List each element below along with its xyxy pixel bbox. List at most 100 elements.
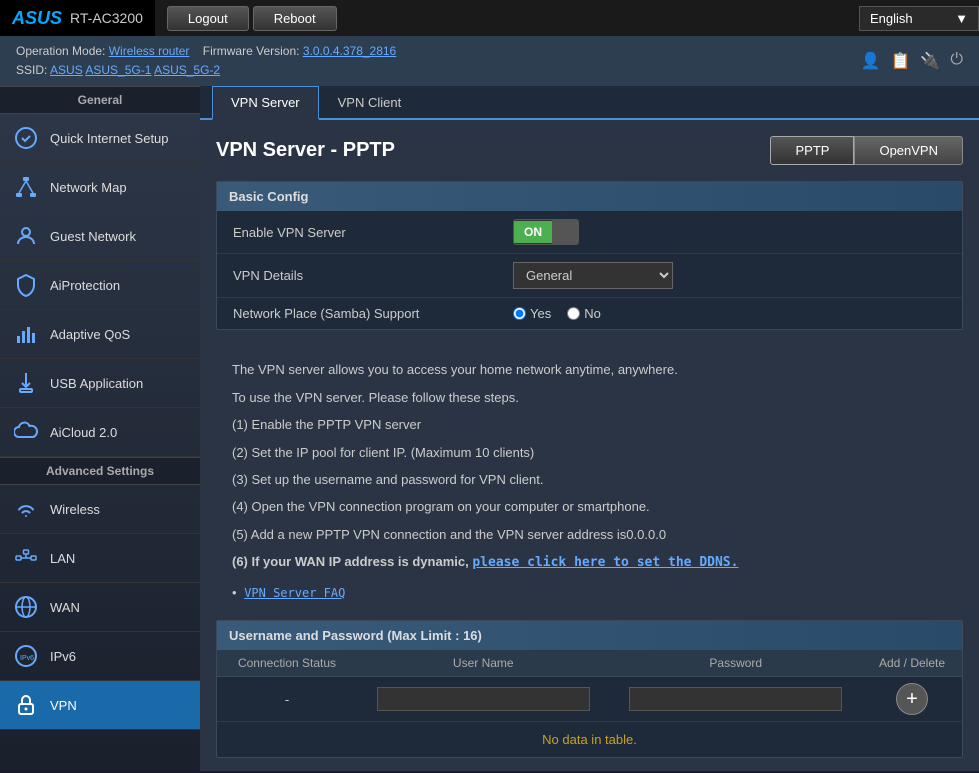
row-username-cell bbox=[357, 681, 610, 717]
info-line-1: The VPN server allows you to access your… bbox=[232, 358, 947, 381]
logout-button[interactable]: Logout bbox=[167, 6, 249, 31]
info-step-3: (3) Set up the username and password for… bbox=[232, 468, 947, 491]
network-map-icon bbox=[12, 173, 40, 201]
adaptive-qos-icon bbox=[12, 320, 40, 348]
sidebar-item-usb-application[interactable]: USB Application bbox=[0, 359, 200, 408]
type-buttons: PPTP OpenVPN bbox=[770, 136, 963, 165]
samba-support-row: Network Place (Samba) Support Yes No bbox=[217, 298, 962, 329]
table-column-headers: Connection Status User Name Password Add… bbox=[217, 650, 962, 677]
usb-status-icon: 🔌 bbox=[920, 51, 940, 71]
sidebar-item-wireless[interactable]: Wireless bbox=[0, 485, 200, 534]
credentials-table-header: Username and Password (Max Limit : 16) bbox=[217, 621, 962, 650]
credentials-table: Username and Password (Max Limit : 16) C… bbox=[216, 620, 963, 758]
basic-config-section: Basic Config Enable VPN Server ON VPN De… bbox=[216, 181, 963, 330]
lan-icon bbox=[12, 544, 40, 572]
username-input[interactable] bbox=[377, 687, 590, 711]
sidebar-item-label: Guest Network bbox=[50, 229, 136, 244]
samba-yes-radio[interactable] bbox=[513, 307, 526, 320]
col-header-username: User Name bbox=[357, 650, 610, 676]
basic-config-header: Basic Config bbox=[217, 182, 962, 211]
info-step-1: (1) Enable the PPTP VPN server bbox=[232, 413, 947, 436]
vpn-details-select[interactable]: General Advanced bbox=[513, 262, 673, 289]
aiprotection-icon bbox=[12, 271, 40, 299]
vpn-icon bbox=[12, 691, 40, 719]
row-add-cell: + bbox=[862, 677, 962, 721]
tab-bar: VPN Server VPN Client bbox=[200, 86, 979, 120]
page-title: VPN Server - PPTP bbox=[216, 139, 395, 162]
operation-mode-value[interactable]: Wireless router bbox=[109, 44, 190, 58]
sidebar-item-network-map[interactable]: Network Map bbox=[0, 163, 200, 212]
user-icon: 👤 bbox=[861, 51, 881, 71]
ddns-link[interactable]: please click here to set the DDNS. bbox=[472, 555, 738, 570]
bullet: • bbox=[232, 585, 237, 600]
sidebar-general-title: General bbox=[0, 86, 200, 114]
info-step-4: (4) Open the VPN connection program on y… bbox=[232, 495, 947, 518]
sidebar-item-aicloud[interactable]: AiCloud 2.0 bbox=[0, 408, 200, 457]
ssid-3[interactable]: ASUS_5G-2 bbox=[154, 63, 220, 77]
logo-model: RT-AC3200 bbox=[70, 10, 143, 26]
router-info: Operation Mode: Wireless router Firmware… bbox=[16, 42, 396, 80]
sidebar-item-label: Wireless bbox=[50, 502, 100, 517]
ssid-label: SSID: bbox=[16, 63, 47, 77]
tab-vpn-server[interactable]: VPN Server bbox=[212, 86, 319, 120]
info-bar: Operation Mode: Wireless router Firmware… bbox=[0, 36, 979, 86]
sidebar-item-vpn[interactable]: VPN bbox=[0, 681, 200, 730]
samba-no-label[interactable]: No bbox=[567, 306, 601, 321]
top-bar: ASUS RT-AC3200 Logout Reboot English ▼ bbox=[0, 0, 979, 36]
guest-network-icon bbox=[12, 222, 40, 250]
sidebar-item-label: WAN bbox=[50, 600, 80, 615]
row-password-cell bbox=[610, 681, 863, 717]
header-icons: 👤 📋 🔌 ⏻ bbox=[861, 51, 963, 71]
sidebar-item-lan[interactable]: LAN bbox=[0, 534, 200, 583]
info-text-block: The VPN server allows you to access your… bbox=[216, 346, 963, 620]
main-layout: General Quick Internet Setup Network Map… bbox=[0, 86, 979, 771]
firmware-value[interactable]: 3.0.0.4.378_2816 bbox=[303, 44, 396, 58]
info-step-5: (5) Add a new PPTP VPN connection and th… bbox=[232, 523, 947, 546]
table-row: - + bbox=[217, 677, 962, 722]
add-row-button[interactable]: + bbox=[896, 683, 928, 715]
sidebar-item-label: Adaptive QoS bbox=[50, 327, 130, 342]
sidebar-item-label: IPv6 bbox=[50, 649, 76, 664]
samba-support-value: Yes No bbox=[513, 306, 946, 321]
samba-yes-text: Yes bbox=[530, 306, 551, 321]
openvpn-button[interactable]: OpenVPN bbox=[854, 136, 963, 165]
no-data-message: No data in table. bbox=[217, 722, 962, 757]
sidebar-item-label: Quick Internet Setup bbox=[50, 131, 169, 146]
sidebar-item-wan[interactable]: WAN bbox=[0, 583, 200, 632]
vpn-toggle[interactable]: ON bbox=[513, 219, 579, 245]
sidebar-item-ipv6[interactable]: IPv6 IPv6 bbox=[0, 632, 200, 681]
samba-yes-label[interactable]: Yes bbox=[513, 306, 551, 321]
ssid-2[interactable]: ASUS_5G-1 bbox=[85, 63, 151, 77]
top-buttons: Logout Reboot bbox=[167, 6, 337, 31]
tab-vpn-client[interactable]: VPN Client bbox=[319, 86, 421, 120]
content-inner: VPN Server - PPTP PPTP OpenVPN Basic Con… bbox=[200, 120, 979, 771]
col-header-add-delete: Add / Delete bbox=[862, 650, 962, 676]
enable-vpn-label: Enable VPN Server bbox=[233, 225, 513, 240]
password-input[interactable] bbox=[629, 687, 842, 711]
usb-icon bbox=[12, 369, 40, 397]
sidebar-item-quick-setup[interactable]: Quick Internet Setup bbox=[0, 114, 200, 163]
sidebar-item-adaptive-qos[interactable]: Adaptive QoS bbox=[0, 310, 200, 359]
sidebar-item-label: AiCloud 2.0 bbox=[50, 425, 117, 440]
chevron-down-icon: ▼ bbox=[955, 11, 968, 26]
pptp-button[interactable]: PPTP bbox=[770, 136, 854, 165]
vpn-details-row: VPN Details General Advanced bbox=[217, 254, 962, 298]
sidebar-item-label: Network Map bbox=[50, 180, 127, 195]
language-selector[interactable]: English ▼ bbox=[859, 6, 979, 31]
reboot-button[interactable]: Reboot bbox=[253, 6, 337, 31]
ipv6-icon: IPv6 bbox=[12, 642, 40, 670]
vpn-faq-link[interactable]: VPN Server FAQ bbox=[244, 586, 345, 600]
row-status: - bbox=[217, 686, 357, 713]
ssid-1[interactable]: ASUS bbox=[50, 63, 83, 77]
sidebar-item-label: VPN bbox=[50, 698, 77, 713]
language-label: English bbox=[870, 11, 913, 26]
svg-text:IPv6: IPv6 bbox=[20, 655, 34, 662]
sidebar-item-label: LAN bbox=[50, 551, 75, 566]
samba-no-radio[interactable] bbox=[567, 307, 580, 320]
sidebar-item-aiprotection[interactable]: AiProtection bbox=[0, 261, 200, 310]
sidebar-item-guest-network[interactable]: Guest Network bbox=[0, 212, 200, 261]
sidebar-item-label: AiProtection bbox=[50, 278, 120, 293]
sidebar: General Quick Internet Setup Network Map… bbox=[0, 86, 200, 771]
samba-no-text: No bbox=[584, 306, 601, 321]
sidebar-item-label: USB Application bbox=[50, 376, 143, 391]
